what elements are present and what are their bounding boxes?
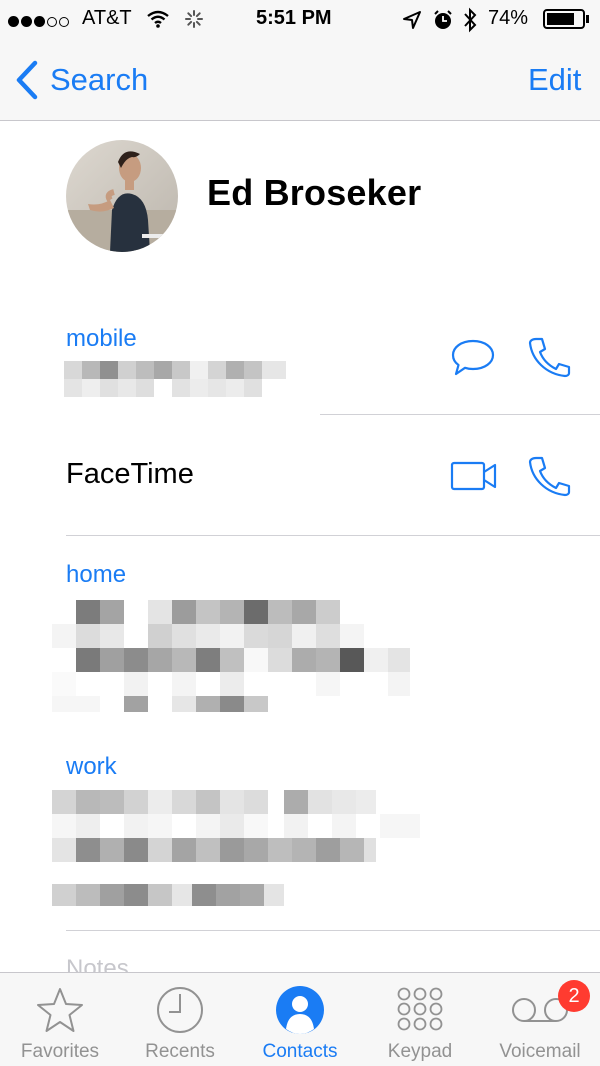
tab-contacts[interactable]: Contacts <box>240 973 360 1066</box>
facetime-audio-icon[interactable] <box>526 455 572 497</box>
star-icon <box>37 988 83 1032</box>
keypad-icon <box>397 987 443 1031</box>
video-call-icon[interactable] <box>450 460 498 492</box>
tab-voicemail-label: Voicemail <box>499 1041 581 1062</box>
location-icon <box>403 11 421 29</box>
facetime-label: FaceTime <box>66 458 194 490</box>
separator <box>66 535 600 536</box>
tab-favorites-label: Favorites <box>20 1041 100 1062</box>
battery-icon <box>543 9 585 29</box>
tab-voicemail[interactable]: 2 Voicemail <box>480 973 600 1066</box>
chevron-left-icon <box>16 60 38 100</box>
mobile-label: mobile <box>66 325 137 352</box>
back-button[interactable]: Search <box>10 56 160 106</box>
navigation-bar: Search Edit <box>0 40 600 121</box>
carrier-label: AT&T <box>82 7 132 29</box>
bluetooth-icon <box>464 7 477 33</box>
home-label: home <box>66 561 127 588</box>
work-label: work <box>66 753 117 780</box>
mobile-number-redacted <box>64 361 294 401</box>
clock-icon <box>157 987 203 1033</box>
tab-contacts-label: Contacts <box>262 1041 338 1062</box>
status-bar: AT&T 5:51 PM 74% <box>0 0 600 40</box>
battery-level-fill <box>547 13 574 25</box>
tab-bar: Favorites Recents Contacts Keypad 2 Voic… <box>0 972 600 1066</box>
back-button-label: Search <box>50 62 149 97</box>
battery-tip <box>586 15 589 23</box>
tab-favorites[interactable]: Favorites <box>0 973 120 1066</box>
tab-keypad[interactable]: Keypad <box>360 973 480 1066</box>
work-address-redacted <box>52 790 422 908</box>
edit-button[interactable]: Edit <box>528 62 581 98</box>
tab-recents[interactable]: Recents <box>120 973 240 1066</box>
phone-icon[interactable] <box>526 336 572 378</box>
voicemail-badge: 2 <box>558 980 590 1012</box>
message-icon[interactable] <box>450 338 496 378</box>
home-address-redacted <box>52 600 412 715</box>
status-time: 5:51 PM <box>256 7 332 29</box>
alarm-icon <box>434 10 452 29</box>
signal-strength-icon <box>8 13 71 31</box>
tab-recents-label: Recents <box>145 1041 215 1062</box>
person-icon <box>276 986 324 1034</box>
activity-spinner-icon <box>185 10 203 28</box>
contact-photo <box>66 140 178 252</box>
battery-percent: 74% <box>488 7 529 29</box>
separator <box>66 930 600 931</box>
contact-name: Ed Broseker <box>207 172 422 213</box>
tab-keypad-label: Keypad <box>387 1041 453 1062</box>
wifi-icon <box>147 10 169 28</box>
separator <box>320 414 600 415</box>
